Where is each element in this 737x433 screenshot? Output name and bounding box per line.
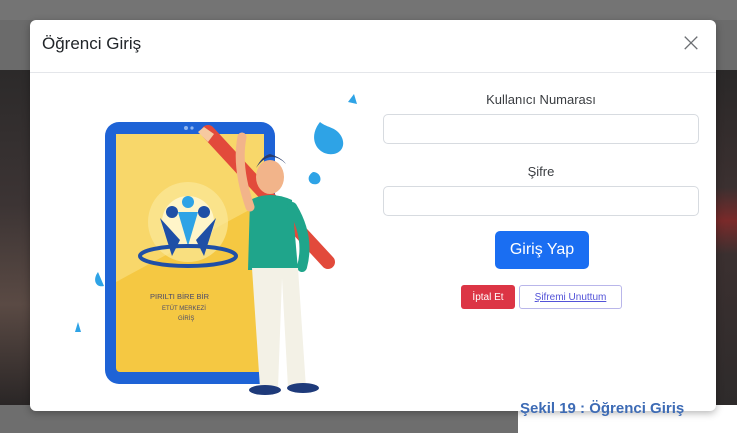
logo-line1: PIRILTI BİRE BİR xyxy=(150,292,210,301)
logo-line3: GİRİŞ xyxy=(178,315,194,322)
username-input[interactable] xyxy=(383,114,699,144)
login-modal: Öğrenci Giriş × PIRILTI BİRE BİR ETÜT ME… xyxy=(30,20,716,411)
password-label: Şifre xyxy=(527,164,555,179)
login-illustration: PIRILTI BİRE BİR ETÜT MERKEZİ GİRİŞ xyxy=(75,94,357,395)
backdrop-top xyxy=(0,0,737,20)
backdrop-left-photo xyxy=(0,70,30,405)
forgot-password-button[interactable]: Şifremi Unuttum xyxy=(519,285,622,309)
login-button[interactable]: Giriş Yap xyxy=(495,231,589,269)
username-label: Kullanıcı Numarası xyxy=(486,92,596,107)
modal-header: Öğrenci Giriş × xyxy=(30,20,716,73)
cancel-button[interactable]: İptal Et xyxy=(461,285,515,309)
password-input[interactable] xyxy=(383,186,699,216)
close-icon[interactable]: × xyxy=(680,30,702,56)
logo-line2: ETÜT MERKEZİ xyxy=(162,305,206,312)
modal-title: Öğrenci Giriş xyxy=(42,34,142,53)
figure-caption: Şekil 19 : Öğrenci Giriş xyxy=(520,400,685,417)
blue-splash-icon xyxy=(308,94,357,185)
backdrop-right-photo xyxy=(716,70,737,405)
